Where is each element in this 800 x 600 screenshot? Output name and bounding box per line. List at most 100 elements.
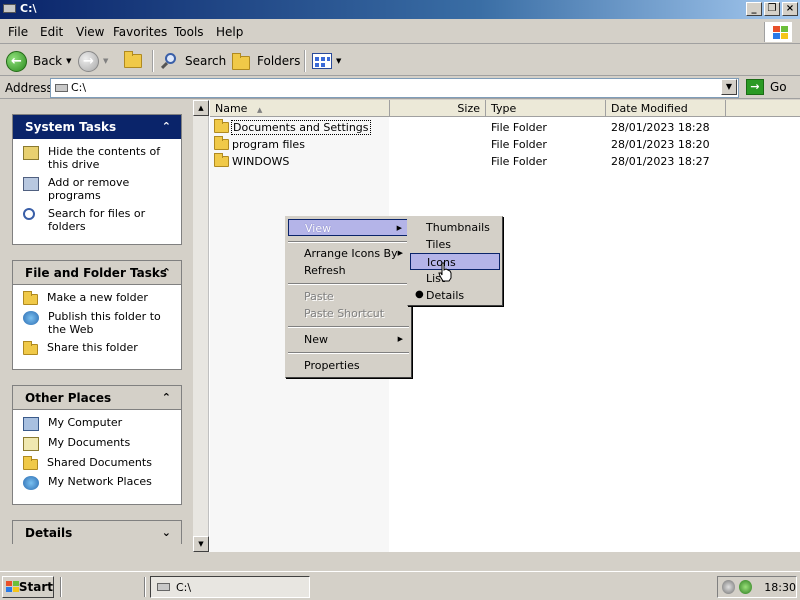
column-type[interactable]: Type [486,100,606,117]
file-name: program files [232,138,305,151]
ctx-label: View [305,222,332,235]
menu-tools[interactable]: Tools [174,25,204,39]
chevron-right-icon: ▶ [396,224,402,232]
collapse-icon[interactable]: ⌃ [162,391,171,404]
minimize-button[interactable]: _ [746,2,762,16]
chevron-down-icon[interactable]: ▼ [103,57,108,65]
menu-help[interactable]: Help [216,25,243,39]
place-shared-documents[interactable]: Shared Documents [23,456,175,470]
task-share-folder[interactable]: Share this folder [23,341,175,355]
chevron-right-icon: ▶ [397,335,403,343]
task-search-files[interactable]: Search for files or folders [23,207,175,233]
file-row[interactable]: Documents and Settings File Folder 28/01… [210,119,800,136]
scroll-down-button[interactable]: ▼ [193,536,209,552]
drive-icon [157,583,170,591]
file-type: File Folder [491,138,547,151]
ctx-label: Arrange Icons By [304,247,398,260]
file-row[interactable]: WINDOWS File Folder 28/01/2023 18:27 [210,153,800,170]
view-icons[interactable]: Icons [410,253,500,270]
view-thumbnails[interactable]: Thumbnails [410,219,500,236]
column-date-modified[interactable]: Date Modified [606,100,726,117]
search-icon [23,208,35,220]
collapse-icon[interactable]: ⌃ [162,266,171,279]
system-tasks-title: System Tasks [25,120,117,134]
folders-label: Folders [257,54,301,68]
view-details[interactable]: ● Details [410,287,500,304]
details-panel: Details ⌄ [12,520,182,545]
address-input[interactable]: C:\ [50,78,739,98]
hand-cursor-icon [438,262,452,282]
back-arrow-icon: ← [6,50,27,72]
menu-edit[interactable]: Edit [40,25,63,39]
file-folder-tasks-header[interactable]: File and Folder Tasks ⌃ [13,261,181,285]
details-header[interactable]: Details ⌄ [13,521,181,545]
task-label: Make a new folder [47,291,148,304]
ctx-arrange-icons-by[interactable]: Arrange Icons By ▶ [288,245,409,262]
file-date: 28/01/2023 18:28 [611,121,710,134]
volume-icon[interactable] [722,580,736,594]
views-button[interactable]: ▼ [312,49,341,73]
toolbar-separator [304,50,306,72]
place-label: Shared Documents [47,456,152,469]
ctx-view[interactable]: View ▶ [288,219,409,236]
windows-flag-icon [6,581,19,593]
file-date: 28/01/2023 18:27 [611,155,710,168]
file-name: WINDOWS [232,155,290,168]
ctx-refresh[interactable]: Refresh [288,262,409,279]
task-make-new-folder[interactable]: Make a new folder [23,291,175,305]
taskbar-window-item[interactable]: C:\ [150,576,310,598]
task-add-remove-programs[interactable]: Add or remove programs [23,176,175,202]
ctx-new[interactable]: New ▶ [288,331,409,348]
toolbar-separator [152,50,154,72]
search-button[interactable]: Search [160,49,226,73]
chevron-right-icon: ▶ [397,249,403,257]
expand-icon[interactable]: ⌄ [162,526,171,539]
chevron-down-icon[interactable]: ▼ [66,57,71,65]
back-button[interactable]: ← Back ▼ [6,49,72,73]
details-title: Details [25,526,73,540]
network-icon[interactable] [739,580,753,594]
up-folder-button[interactable] [124,49,142,73]
file-date: 28/01/2023 18:20 [611,138,710,151]
column-name[interactable]: Name ▲ [210,100,390,117]
place-my-network-places[interactable]: My Network Places [23,475,175,490]
menu-favorites[interactable]: Favorites [113,25,167,39]
place-my-computer[interactable]: My Computer [23,416,175,431]
go-label: Go [770,80,787,94]
add-remove-programs-icon [23,177,39,191]
publish-web-icon [23,311,39,325]
other-places-header[interactable]: Other Places ⌃ [13,386,181,410]
clock[interactable]: 18:30 [764,581,796,594]
collapse-icon[interactable]: ⌃ [162,120,171,133]
scroll-up-button[interactable]: ▲ [193,100,209,116]
view-tiles[interactable]: Tiles [410,236,500,253]
forward-button[interactable]: → ▼ [78,49,108,73]
column-size[interactable]: Size [390,100,486,117]
system-tasks-header[interactable]: System Tasks ⌃ [13,115,181,139]
other-places-title: Other Places [25,391,112,405]
folders-button[interactable]: Folders [232,49,300,73]
place-my-documents[interactable]: My Documents [23,436,175,451]
my-computer-icon [23,417,39,431]
system-tray: 18:30 [717,576,797,598]
task-publish-folder[interactable]: Publish this folder to the Web [23,310,175,336]
other-places-panel: Other Places ⌃ My Computer My Documents … [12,385,182,505]
file-folder-tasks-panel: File and Folder Tasks ⌃ Make a new folde… [12,260,182,370]
address-dropdown-button[interactable]: ▼ [721,79,737,95]
menu-file[interactable]: File [8,25,28,39]
search-label: Search [185,54,227,68]
menu-view[interactable]: View [76,25,104,39]
vertical-scrollbar[interactable]: ▲ ▼ [193,100,209,552]
task-label: Add or remove programs [48,176,130,202]
view-list[interactable]: List [410,270,500,287]
chevron-down-icon[interactable]: ▼ [336,57,341,65]
task-hide-contents[interactable]: Hide the contents of this drive [23,145,175,171]
start-button[interactable]: Start [2,576,54,598]
network-places-icon [23,476,39,490]
close-button[interactable]: × [782,2,798,16]
go-button[interactable]: → Go [746,79,787,95]
ctx-properties[interactable]: Properties [288,357,409,374]
restore-button[interactable]: ❐ [764,2,780,16]
file-row[interactable]: program files File Folder 28/01/2023 18:… [210,136,800,153]
taskbar: Start C:\ 18:30 [0,571,800,600]
